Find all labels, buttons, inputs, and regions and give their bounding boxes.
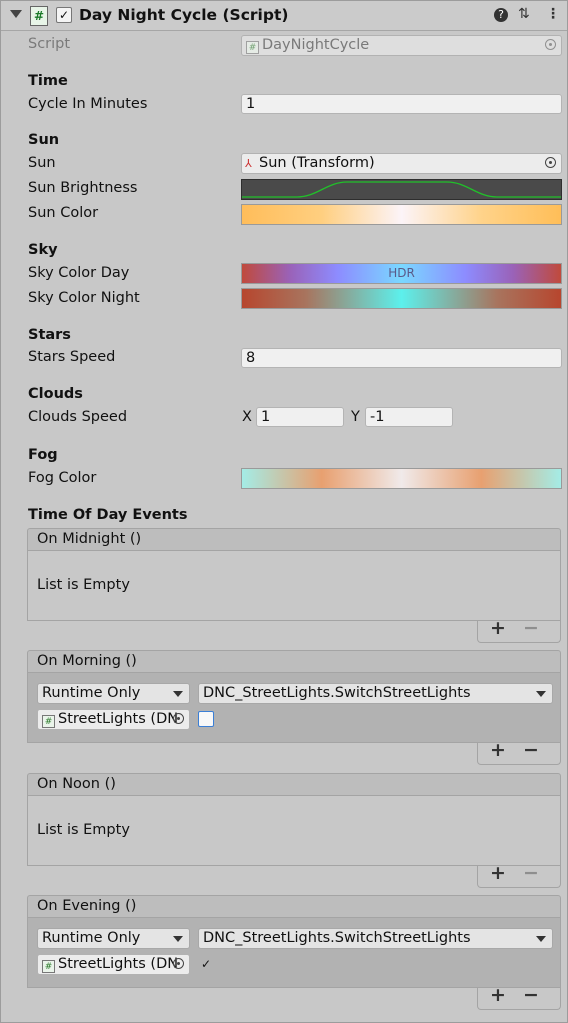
object-picker-icon [545, 39, 556, 50]
object-picker-icon[interactable] [173, 713, 184, 724]
target-object-field[interactable]: # StreetLights (DN [37, 954, 190, 975]
list-empty-text: List is Empty [37, 822, 130, 838]
fog-color-gradient[interactable] [241, 468, 562, 489]
script-file-icon: # [42, 715, 55, 728]
script-file-icon: # [42, 960, 55, 973]
clouds-y-input[interactable]: -1 [365, 407, 453, 427]
script-value: DayNightCycle [262, 37, 370, 53]
brightness-curve-line [242, 181, 561, 198]
target-value: StreetLights (DN [58, 711, 179, 727]
add-listener-button[interactable]: + [490, 617, 506, 639]
context-menu-icon[interactable]: ⋮ [546, 6, 560, 22]
component-title: Day Night Cycle (Script) [79, 6, 289, 24]
runtime-mode-value: Runtime Only [42, 930, 141, 946]
component-enabled-checkbox[interactable]: ✓ [56, 7, 72, 23]
section-fog: Fog [28, 447, 58, 463]
event-evening-body: Runtime Only DNC_StreetLights.SwitchStre… [27, 918, 561, 988]
script-field: # DayNightCycle [241, 35, 562, 56]
dropdown-arrow-icon [536, 936, 546, 942]
cycle-minutes-input[interactable]: 1 [241, 94, 562, 114]
presets-icon[interactable]: ⇅ [518, 6, 530, 22]
sky-night-label: Sky Color Night [28, 290, 140, 306]
runtime-mode-dropdown[interactable]: Runtime Only [37, 928, 190, 949]
event-noon-footer: + − [477, 862, 561, 888]
help-icon[interactable]: ? [494, 8, 508, 22]
stars-speed-label: Stars Speed [28, 349, 116, 365]
sun-color-label: Sun Color [28, 205, 99, 221]
add-listener-button[interactable]: + [490, 984, 506, 1006]
sun-label: Sun [28, 155, 56, 171]
sky-night-gradient[interactable] [241, 288, 562, 309]
section-sun: Sun [28, 132, 60, 148]
bool-argument-checkbox[interactable]: ✓ [198, 956, 214, 972]
event-morning-footer: + − [477, 739, 561, 765]
script-file-icon: # [246, 41, 259, 54]
script-label: Script [28, 36, 71, 52]
sun-value: Sun (Transform) [259, 155, 375, 171]
event-midnight-footer: + − [477, 617, 561, 643]
list-empty-text: List is Empty [37, 577, 130, 593]
script-icon: # [30, 6, 48, 26]
clouds-x-label: X [242, 409, 252, 425]
bool-argument-checkbox[interactable] [198, 711, 214, 727]
foldout-arrow-icon[interactable] [10, 10, 22, 18]
event-evening-header: On Evening () [27, 895, 561, 918]
sky-day-gradient[interactable]: HDR [241, 263, 562, 284]
dropdown-arrow-icon [536, 691, 546, 697]
function-value: DNC_StreetLights.SwitchStreetLights [203, 930, 471, 946]
section-time-of-day-events: Time Of Day Events [28, 507, 188, 523]
inspector-panel: # ✓ Day Night Cycle (Script) ? ⇅ ⋮ Scrip… [0, 0, 568, 1023]
section-clouds: Clouds [28, 386, 83, 402]
fog-color-label: Fog Color [28, 470, 97, 486]
function-dropdown[interactable]: DNC_StreetLights.SwitchStreetLights [198, 683, 553, 704]
component-header[interactable]: # ✓ Day Night Cycle (Script) ? ⇅ ⋮ [1, 1, 567, 31]
target-value: StreetLights (DN [58, 956, 179, 972]
stars-speed-input[interactable]: 8 [241, 348, 562, 368]
remove-listener-button[interactable]: − [523, 862, 539, 884]
sun-brightness-label: Sun Brightness [28, 180, 138, 196]
section-stars: Stars [28, 327, 71, 343]
clouds-y-label: Y [351, 409, 360, 425]
transform-icon: ⅄ [245, 157, 252, 170]
dropdown-arrow-icon [173, 936, 183, 942]
sun-color-gradient[interactable] [241, 204, 562, 225]
event-midnight-body: List is Empty [27, 551, 561, 621]
sun-brightness-curve[interactable] [241, 179, 562, 200]
function-value: DNC_StreetLights.SwitchStreetLights [203, 685, 471, 701]
function-dropdown[interactable]: DNC_StreetLights.SwitchStreetLights [198, 928, 553, 949]
object-picker-icon[interactable] [173, 958, 184, 969]
clouds-x-input[interactable]: 1 [256, 407, 344, 427]
event-noon-header: On Noon () [27, 773, 561, 796]
sky-day-label: Sky Color Day [28, 265, 130, 281]
clouds-speed-label: Clouds Speed [28, 409, 128, 425]
event-evening-footer: + − [477, 984, 561, 1010]
section-sky: Sky [28, 242, 58, 258]
add-listener-button[interactable]: + [490, 862, 506, 884]
event-morning-header: On Morning () [27, 650, 561, 673]
remove-listener-button[interactable]: − [523, 739, 539, 761]
hdr-label: HDR [388, 266, 415, 280]
event-morning-body: Runtime Only DNC_StreetLights.SwitchStre… [27, 673, 561, 743]
remove-listener-button[interactable]: − [523, 984, 539, 1006]
sun-object-field[interactable]: ⅄ Sun (Transform) [241, 153, 562, 174]
runtime-mode-dropdown[interactable]: Runtime Only [37, 683, 190, 704]
section-time: Time [28, 73, 68, 89]
event-midnight-header: On Midnight () [27, 528, 561, 551]
cycle-minutes-label: Cycle In Minutes [28, 96, 148, 112]
runtime-mode-value: Runtime Only [42, 685, 141, 701]
event-noon-body: List is Empty [27, 796, 561, 866]
object-picker-icon[interactable] [545, 157, 556, 168]
dropdown-arrow-icon [173, 691, 183, 697]
remove-listener-button[interactable]: − [523, 617, 539, 639]
target-object-field[interactable]: # StreetLights (DN [37, 709, 190, 730]
add-listener-button[interactable]: + [490, 739, 506, 761]
